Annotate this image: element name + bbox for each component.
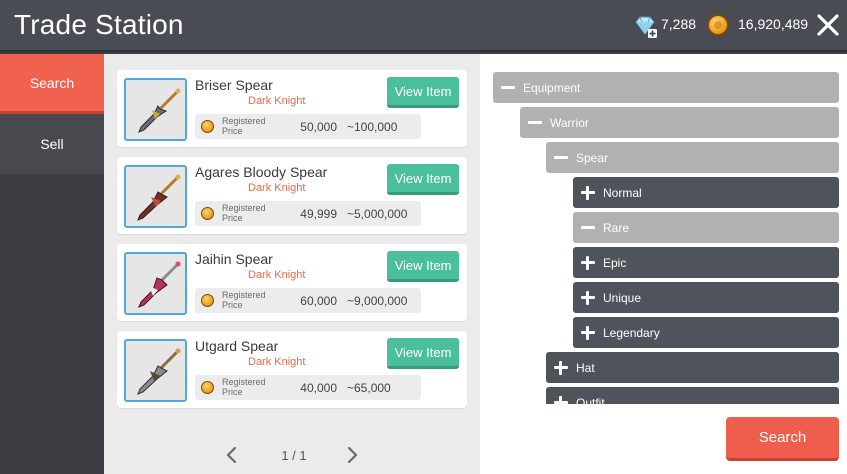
tree-node-label: Unique: [603, 290, 642, 305]
expand-icon: [580, 290, 596, 306]
spear-icon: [137, 348, 181, 395]
category-panel: Equipment Warrior Spear Normal Rare Epic…: [480, 54, 847, 474]
listing-card: Jaihin Spear Dark Knight Registered Pric…: [117, 244, 467, 321]
min-price: 60,000: [300, 294, 337, 308]
gem-balance: 7,288: [661, 16, 697, 32]
tree-node-legendary[interactable]: Legendary: [573, 317, 839, 348]
price-bar: Registered Price 50,000 ~100,000: [195, 114, 421, 139]
expand-icon: [580, 185, 596, 201]
gold-coin-icon: [201, 120, 214, 133]
tree-node-unique[interactable]: Unique: [573, 282, 839, 313]
listing-card: Briser Spear Dark Knight Registered Pric…: [117, 70, 467, 147]
price-label: Registered Price: [222, 377, 266, 397]
collapse-icon: [580, 220, 596, 236]
expand-icon: [580, 325, 596, 341]
gold-coin-icon: [201, 207, 214, 220]
tree-node-label: Hat: [576, 360, 595, 375]
price-label: Registered Price: [222, 290, 266, 310]
expand-icon: [553, 360, 569, 376]
tab-sell[interactable]: Sell: [0, 114, 104, 174]
tree-node-label: Normal: [603, 185, 642, 200]
view-item-button[interactable]: View Item: [387, 338, 459, 369]
collapse-icon: [500, 80, 516, 96]
price-bar: Registered Price 60,000 ~9,000,000: [195, 288, 421, 313]
item-name: Briser Spear: [195, 77, 273, 93]
tree-node-label: Warrior: [550, 115, 589, 130]
listing-card: Agares Bloody Spear Dark Knight Register…: [117, 157, 467, 234]
item-thumbnail[interactable]: [124, 339, 187, 402]
tree-node-outfit[interactable]: Outfit: [546, 387, 839, 404]
tree-node-epic[interactable]: Epic: [573, 247, 839, 278]
price-bar: Registered Price 49,999 ~5,000,000: [195, 201, 421, 226]
spear-icon: [137, 174, 181, 221]
tree-node-hat[interactable]: Hat: [546, 352, 839, 383]
gold-coin-icon: [707, 14, 729, 36]
item-name: Utgard Spear: [195, 338, 279, 354]
item-name: Jaihin Spear: [195, 251, 273, 267]
item-class: Dark Knight: [248, 182, 306, 194]
collapse-icon: [527, 115, 543, 131]
spear-icon: [138, 88, 181, 133]
chevron-left-icon[interactable]: [224, 446, 240, 464]
tab-search[interactable]: Search: [0, 54, 104, 114]
close-icon[interactable]: [815, 12, 841, 38]
tree-node-equipment[interactable]: Equipment: [493, 72, 839, 103]
price-label: Registered Price: [222, 116, 266, 136]
tree-node-label: Legendary: [603, 325, 660, 340]
max-price: ~9,000,000: [347, 294, 408, 308]
tree-node-label: Equipment: [523, 80, 581, 95]
tree-node-warrior[interactable]: Warrior: [520, 107, 839, 138]
search-button[interactable]: Search: [726, 417, 839, 461]
item-thumbnail[interactable]: [124, 165, 187, 228]
collapse-icon: [553, 150, 569, 166]
item-class: Dark Knight: [248, 269, 306, 281]
max-price: ~65,000: [347, 381, 391, 395]
diamond-plus-icon[interactable]: [633, 14, 657, 38]
gold-coin-icon: [201, 294, 214, 307]
max-price: ~100,000: [347, 120, 398, 134]
item-thumbnail[interactable]: [124, 252, 187, 315]
view-item-button[interactable]: View Item: [387, 164, 459, 195]
expand-icon: [580, 255, 596, 271]
tree-node-rare[interactable]: Rare: [573, 212, 839, 243]
chevron-right-icon[interactable]: [344, 446, 360, 464]
tree-node-spear[interactable]: Spear: [546, 142, 839, 173]
sidebar: Search Sell: [0, 54, 104, 474]
item-class: Dark Knight: [248, 95, 306, 107]
item-name: Agares Bloody Spear: [195, 164, 328, 180]
top-bar: Trade Station 7,288 16,920,489: [0, 0, 847, 52]
min-price: 40,000: [300, 381, 337, 395]
tree-node-label: Rare: [603, 220, 630, 235]
tree-node-normal[interactable]: Normal: [573, 177, 839, 208]
listing-panel: Briser Spear Dark Knight Registered Pric…: [104, 54, 480, 474]
gold-coin-icon: [201, 381, 214, 394]
min-price: 50,000: [300, 120, 337, 134]
view-item-button[interactable]: View Item: [387, 77, 459, 108]
max-price: ~5,000,000: [347, 207, 408, 221]
tree-node-label: Epic: [603, 255, 627, 270]
view-item-button[interactable]: View Item: [387, 251, 459, 282]
item-class: Dark Knight: [248, 356, 306, 368]
item-thumbnail[interactable]: [124, 78, 187, 141]
page-title: Trade Station: [14, 9, 184, 40]
price-label: Registered Price: [222, 203, 266, 223]
listing-card: Utgard Spear Dark Knight Registered Pric…: [117, 331, 467, 408]
tree-node-label: Outfit: [576, 395, 605, 405]
price-bar: Registered Price 40,000 ~65,000: [195, 375, 421, 400]
page-indicator: 1 / 1: [281, 448, 307, 463]
expand-icon: [553, 395, 569, 404]
min-price: 49,999: [300, 207, 337, 221]
gold-balance: 16,920,489: [738, 16, 809, 32]
spear-icon: [138, 261, 181, 308]
tree-node-label: Spear: [576, 150, 609, 165]
category-tree: Equipment Warrior Spear Normal Rare Epic…: [480, 70, 847, 404]
